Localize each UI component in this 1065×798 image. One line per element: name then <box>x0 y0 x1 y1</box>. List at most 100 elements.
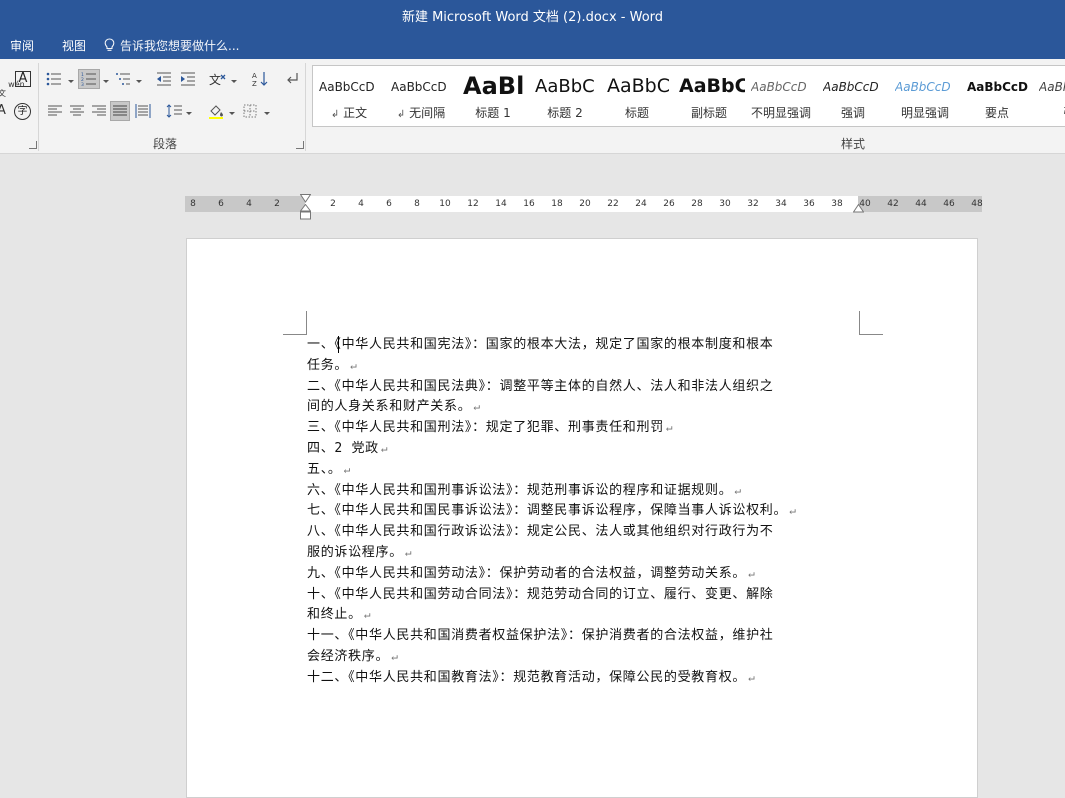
document-line: 十一、《中华人民共和国消费者权益保护法》：保护消费者的合法权益，维护社 <box>307 626 863 647</box>
enclose-characters-button[interactable]: 字 <box>14 103 31 120</box>
ruler-number: 30 <box>719 199 731 209</box>
style-name: 正文 <box>343 106 368 120</box>
chevron-down-icon[interactable] <box>186 112 192 115</box>
ruler-number: 10 <box>439 199 451 209</box>
line-spacing-button[interactable] <box>164 101 184 121</box>
paragraph-mark: ↵ <box>343 462 351 476</box>
sort-button[interactable]: A Z <box>250 69 270 89</box>
tell-me-search[interactable]: 告诉我您想要做什么... <box>104 37 239 54</box>
group-separator <box>38 63 39 151</box>
style-intense-emphasis[interactable]: AaBbCcD 明显强调 <box>889 66 961 124</box>
styles-group-label: 样式 <box>841 137 866 151</box>
text-cursor <box>338 336 339 353</box>
style-normal[interactable]: AaBbCcD ↲ 正文 <box>313 66 385 124</box>
ruler-number: 2 <box>330 199 336 209</box>
style-heading-1[interactable]: AaBl 标题 1 <box>457 66 529 124</box>
chevron-down-icon[interactable] <box>103 80 109 83</box>
line-text: 九、《中华人民共和国劳动法》：保护劳动者的合法权益，调整劳动关系。 <box>307 565 747 581</box>
numbering-icon: 1 2 3 <box>81 72 96 86</box>
chevron-down-icon[interactable] <box>68 80 74 83</box>
paragraph-dialog-launcher[interactable] <box>296 141 304 149</box>
style-name: 引 <box>1033 104 1065 121</box>
show-formatting-marks-button[interactable] <box>282 69 302 89</box>
style-name: 明显强调 <box>900 106 949 120</box>
shading-button[interactable] <box>206 101 226 121</box>
ruler-number: 46 <box>943 199 955 209</box>
ruler-number: 36 <box>803 199 815 209</box>
lightbulb-icon <box>104 38 115 51</box>
document-line: 十、《中华人民共和国劳动合同法》：规范劳动合同的订立、履行、变更、解除 <box>307 585 863 606</box>
chevron-down-icon[interactable] <box>136 80 142 83</box>
decrease-indent-icon <box>157 72 171 86</box>
character-border-button[interactable]: A <box>15 71 31 87</box>
styles-gallery: AaBbCcD ↲ 正文 AaBbCcD ↲ 无间隔 AaBl 标题 1 AaB… <box>312 65 1065 127</box>
ruler-left-margin <box>185 196 305 212</box>
document-line: 二、《中华人民共和国民法典》：调整平等主体的自然人、法人和非法人组织之 <box>307 377 863 398</box>
decrease-indent-button[interactable] <box>154 69 174 89</box>
ruler-number: 16 <box>523 199 535 209</box>
style-name: 标题 <box>624 106 649 120</box>
first-line-indent-marker[interactable] <box>300 194 311 203</box>
line-text: 十二、《中华人民共和国教育法》：规范教育活动，保障公民的受教育权。 <box>307 669 747 685</box>
hanging-indent-marker[interactable] <box>300 204 311 221</box>
align-left-button[interactable] <box>45 101 65 121</box>
document-page[interactable]: 一、《中华人民共和国宪法》：国家的根本大法，规定了国家的根本制度和根本 任务。 ↵… <box>186 238 978 798</box>
tell-me-placeholder: 告诉我您想要做什么... <box>120 38 240 53</box>
align-center-button[interactable] <box>67 101 87 121</box>
chevron-down-icon[interactable] <box>229 112 235 115</box>
small-font-glyph: A <box>0 103 6 118</box>
font-dialog-launcher[interactable] <box>29 141 37 149</box>
style-title[interactable]: AaBbC 标题 <box>601 66 673 124</box>
style-subtitle[interactable]: AaBbC 副标题 <box>673 66 745 124</box>
tab-review[interactable]: 审阅 <box>0 37 48 54</box>
right-indent-marker[interactable] <box>853 204 864 213</box>
ruler-number: 14 <box>495 199 507 209</box>
document-line: 一、《中华人民共和国宪法》：国家的根本大法，规定了国家的根本制度和根本 <box>307 335 863 356</box>
crop-mark <box>283 311 307 335</box>
style-quote[interactable]: AaBl 引 <box>1033 66 1065 124</box>
line-text: 七、《中华人民共和国民事诉讼法》：调整民事诉讼程序，保障当事人诉讼权利。 <box>307 503 788 519</box>
chevron-down-icon[interactable] <box>264 112 270 115</box>
document-body[interactable]: 一、《中华人民共和国宪法》：国家的根本大法，规定了国家的根本制度和根本 任务。 ↵… <box>307 335 863 689</box>
style-name: 不明显强调 <box>750 106 811 120</box>
style-emphasis[interactable]: AaBbCcD 强调 <box>817 66 889 124</box>
distributed-button[interactable] <box>133 101 153 121</box>
line-text: 服的诉讼程序。 <box>307 544 403 560</box>
line-text: 四、2 党政 <box>307 440 379 456</box>
phonetic-guide-button[interactable]: wén 文 <box>0 71 25 107</box>
document-line: 四、2 党政 ↵ <box>307 439 863 460</box>
align-center-icon <box>70 105 84 116</box>
style-subtle-emphasis[interactable]: AaBbCcD 不明显强调 <box>745 66 817 124</box>
ruler-number: 24 <box>635 199 647 209</box>
style-sample: AaBl <box>1039 80 1065 94</box>
align-left-icon <box>48 105 62 116</box>
style-heading-2[interactable]: AaBbC 标题 2 <box>529 66 601 124</box>
chinese-layout-button[interactable]: 文 <box>208 69 228 89</box>
svg-text:Z: Z <box>252 80 257 87</box>
paragraph-mark: ↵ <box>350 358 358 372</box>
document-line: 三、《中华人民共和国刑法》：规定了犯罪、刑事责任和刑罚 ↵ <box>307 418 863 439</box>
horizontal-ruler[interactable]: 8 6 4 2 2 4 6 8 10 12 14 16 18 20 22 24 … <box>185 194 983 220</box>
ruler-number: 28 <box>691 199 703 209</box>
ribbon: wén 文 A A 字 1 2 3 文 A Z 段落 AaBbCcD ↲ 正文 … <box>0 59 1065 154</box>
line-text: 间的人身关系和财产关系。 <box>307 399 472 415</box>
line-text: 和终止。 <box>307 607 362 623</box>
paragraph-mark: ↵ <box>363 608 372 622</box>
chevron-down-icon[interactable] <box>231 80 237 83</box>
justify-button[interactable] <box>110 101 130 121</box>
multilevel-list-button[interactable] <box>113 69 133 89</box>
document-line: 会经济秩序。 ↵ <box>307 647 863 668</box>
borders-button[interactable] <box>240 101 260 121</box>
document-line: 间的人身关系和财产关系。 ↵ <box>307 397 863 418</box>
align-right-button[interactable] <box>89 101 109 121</box>
bullets-button[interactable] <box>44 69 64 89</box>
character-border-glyph: A <box>18 71 28 86</box>
svg-text:A: A <box>252 72 257 80</box>
crop-mark <box>859 311 883 335</box>
increase-indent-button[interactable] <box>178 69 198 89</box>
style-strong[interactable]: AaBbCcD 要点 <box>961 66 1033 124</box>
numbering-button[interactable]: 1 2 3 <box>78 69 100 89</box>
style-no-spacing[interactable]: AaBbCcD ↲ 无间隔 <box>385 66 457 124</box>
small-font-button[interactable]: A <box>0 103 6 118</box>
tab-view[interactable]: 视图 <box>48 37 100 54</box>
